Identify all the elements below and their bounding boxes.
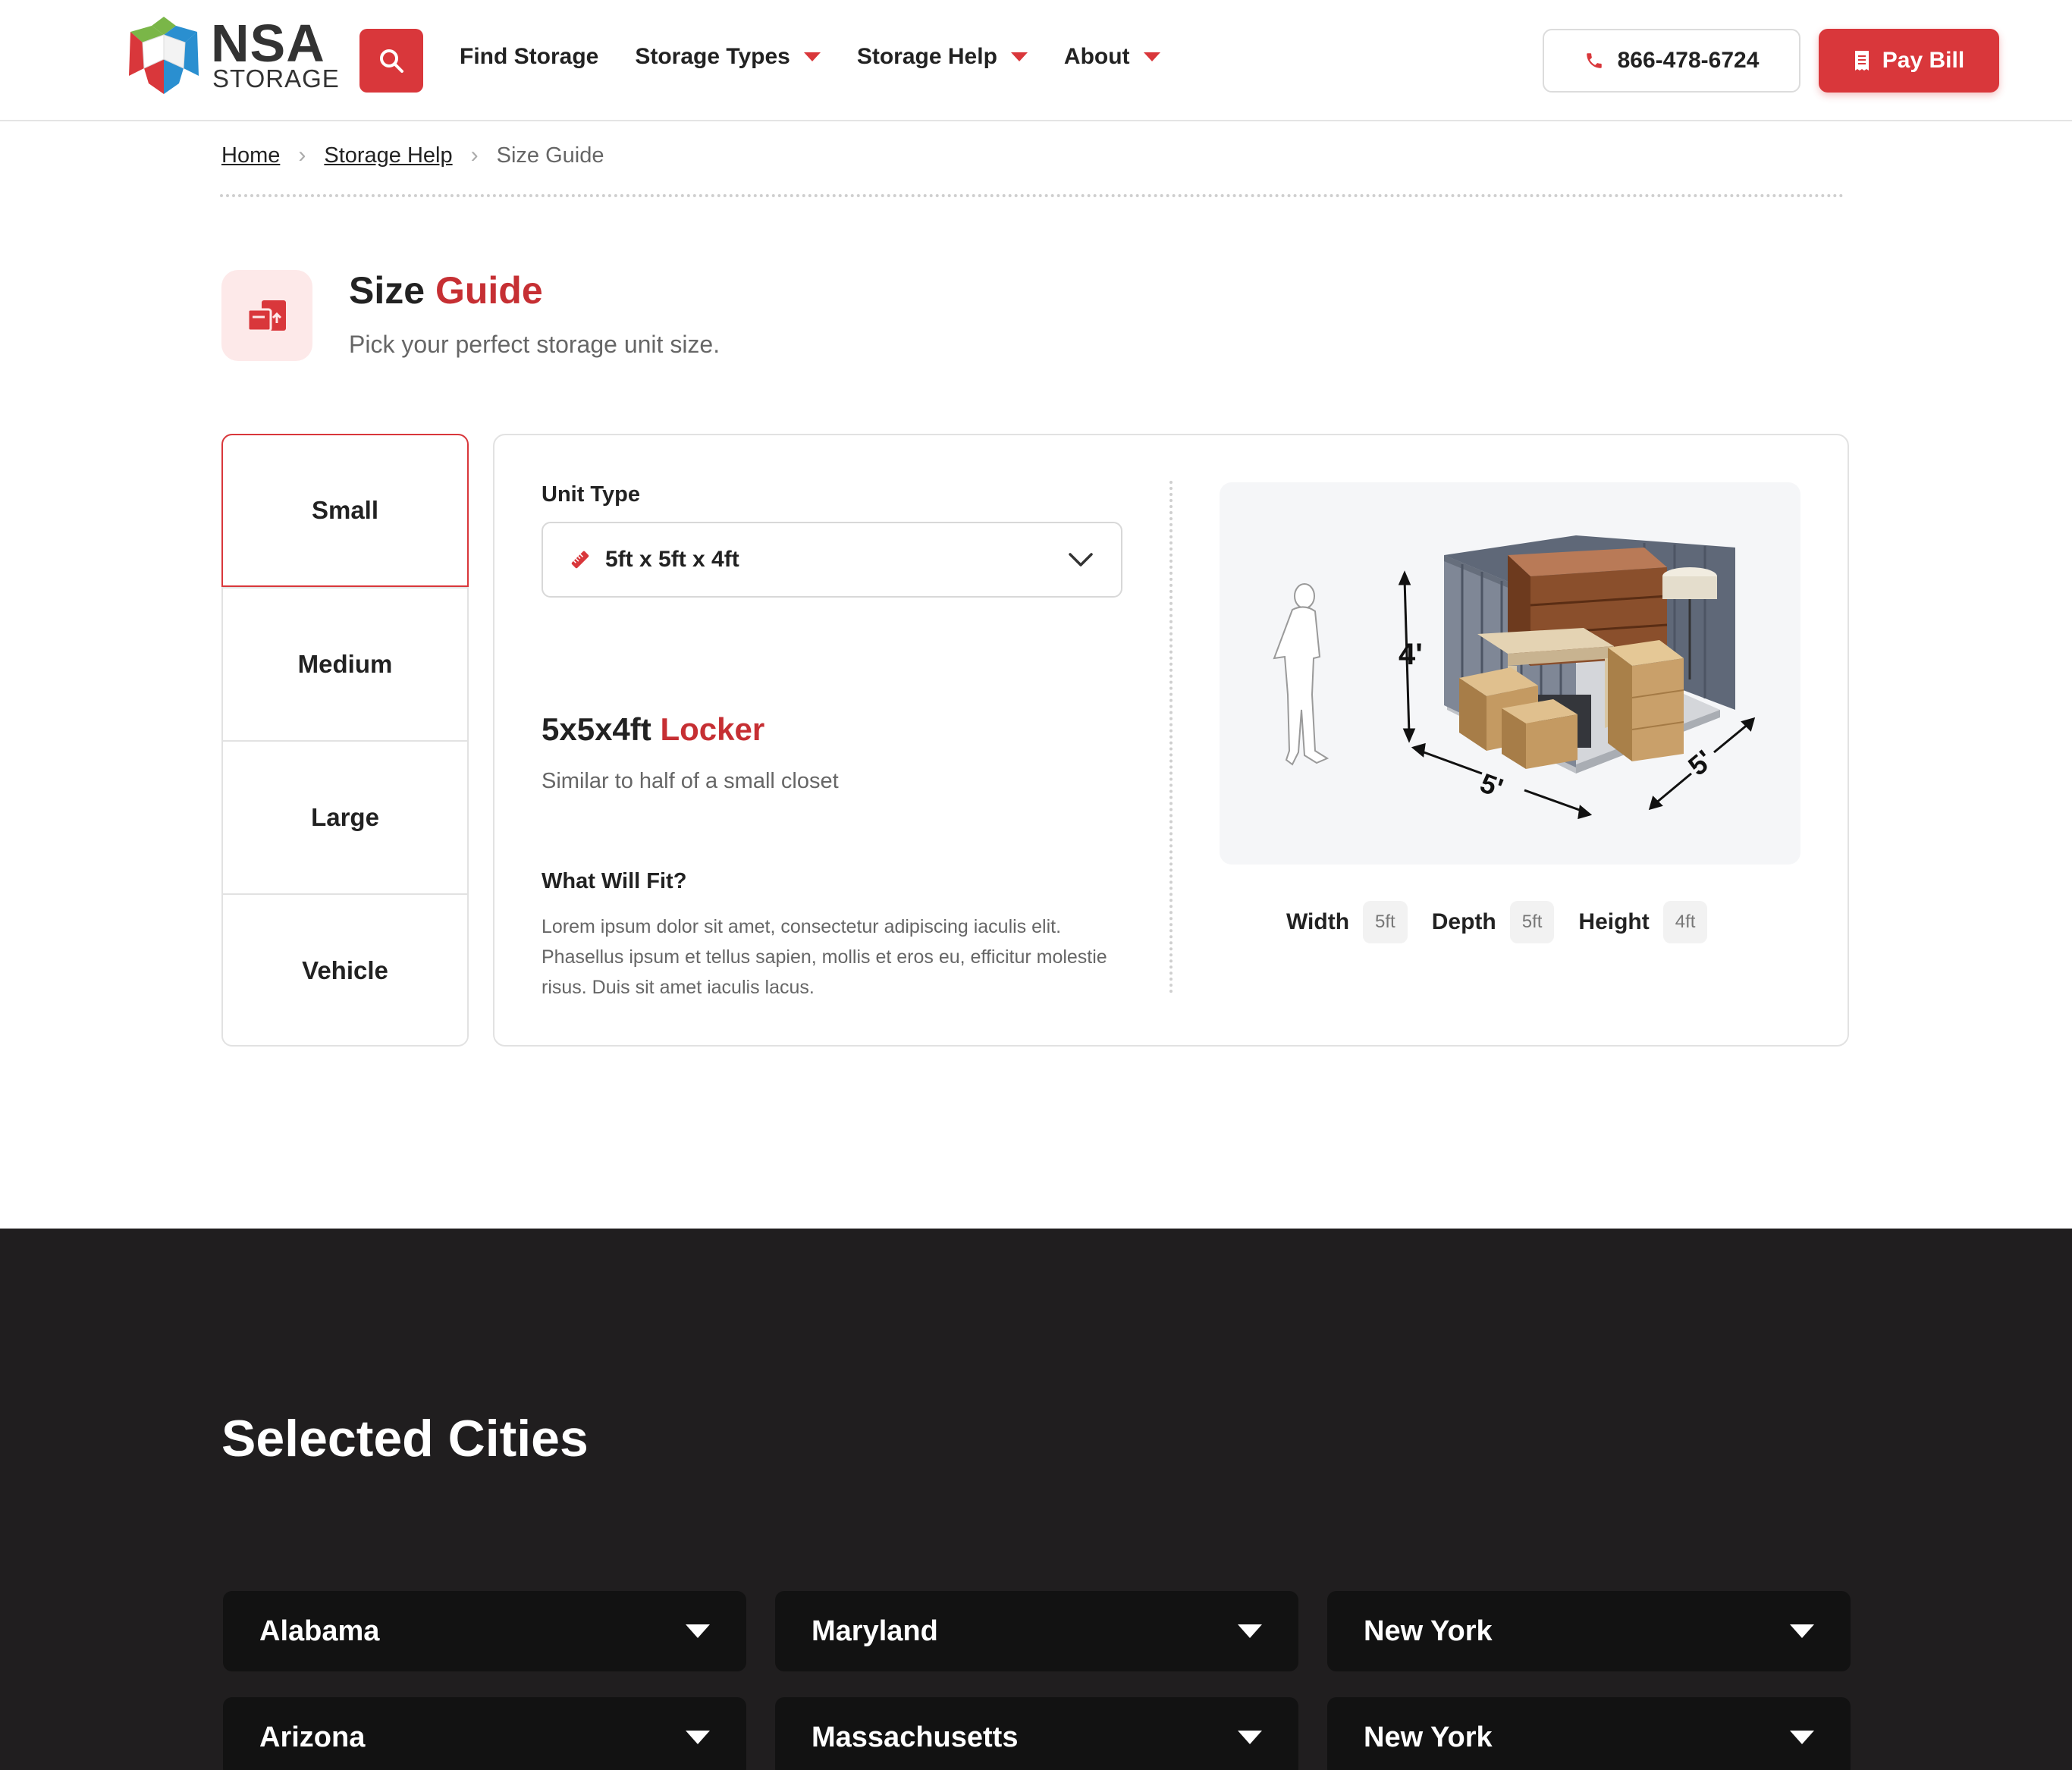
nsa-logo[interactable]: NSA STORAGE: [126, 14, 339, 96]
ruler-icon: [571, 551, 589, 569]
city-accordion-alabama[interactable]: Alabama: [223, 1591, 746, 1671]
search-icon: [380, 49, 403, 73]
nav-find-storage[interactable]: Find Storage: [460, 44, 598, 70]
height-mark: 4': [1399, 638, 1423, 671]
city-label: Massachusetts: [812, 1721, 1019, 1753]
chevron-down-icon: [1069, 553, 1093, 566]
unit-dimensions: Width 5ft Depth 5ft Height 4ft: [1286, 901, 1718, 943]
dim-width-label: Width: [1286, 909, 1350, 934]
breadcrumb-home[interactable]: Home: [221, 143, 280, 168]
nav-storage-help[interactable]: Storage Help: [857, 44, 1028, 70]
fit-title: What Will Fit?: [542, 869, 687, 893]
city-label: Arizona: [259, 1721, 366, 1753]
city-label: Alabama: [259, 1615, 380, 1647]
cities-title: Selected Cities: [221, 1410, 589, 1467]
caret-down-icon: [1238, 1624, 1262, 1638]
fit-text: Lorem ipsum dolor sit amet, consectetur …: [542, 916, 1107, 998]
unit-type-select[interactable]: 5ft x 5ft x 4ft: [542, 522, 1122, 598]
logo-brand: NSA: [211, 14, 325, 73]
city-accordion-new-york[interactable]: New York: [1327, 1591, 1851, 1671]
pay-bill-button[interactable]: Pay Bill: [1819, 29, 1999, 93]
city-accordion-maryland[interactable]: Maryland: [775, 1591, 1298, 1671]
nav-label: Storage Help: [856, 44, 997, 69]
tab-small[interactable]: Small: [221, 434, 469, 587]
main-nav: Find Storage Storage Types Storage Help …: [460, 44, 1160, 70]
nav-label: Storage Types: [635, 44, 790, 69]
storage-unit-illustration: 4' 5' 5': [1273, 535, 1756, 820]
city-accordion-new-york-2[interactable]: New York: [1327, 1697, 1851, 1770]
caret-down-icon: [803, 52, 821, 61]
phone-icon: [1586, 53, 1602, 68]
breadcrumb: Home › Storage Help › Size Guide: [221, 143, 604, 168]
caret-down-icon: [686, 1624, 710, 1638]
chevron-right-icon: ›: [298, 143, 306, 168]
nav-about[interactable]: About: [1064, 44, 1160, 70]
unit-name: 5x5x4ft Locker: [542, 711, 764, 748]
nav-storage-types[interactable]: Storage Types: [635, 44, 821, 70]
phone-button[interactable]: 866-478-6724: [1543, 29, 1800, 93]
city-accordion-arizona[interactable]: Arizona: [223, 1697, 746, 1770]
unit-illustration: 4' 5' 5': [1220, 482, 1800, 865]
unit-type-value: 5ft x 5ft x 4ft: [605, 547, 739, 572]
tab-large[interactable]: Large: [221, 740, 469, 893]
city-label: Maryland: [812, 1615, 938, 1647]
breadcrumb-current: Size Guide: [496, 143, 604, 168]
dim-depth-label: Depth: [1431, 909, 1496, 934]
site-header: NSA STORAGE Find Storage Storage Types S…: [0, 0, 2072, 121]
city-label: New York: [1364, 1721, 1493, 1753]
logo-sub: STORAGE: [212, 64, 340, 93]
nav-label: Find Storage: [460, 44, 599, 69]
dim-depth-value: 5ft: [1509, 901, 1555, 943]
receipt-icon: [1854, 51, 1869, 71]
card-divider: [1169, 481, 1173, 993]
page-title: Size Guide: [349, 268, 543, 312]
person-silhouette-icon: [1273, 583, 1330, 766]
breadcrumb-divider: [220, 194, 1844, 197]
page-subtitle: Pick your perfect storage unit size.: [349, 331, 720, 358]
caret-down-icon: [1143, 52, 1160, 61]
dim-width-value: 5ft: [1363, 901, 1408, 943]
breadcrumb-storage-help[interactable]: Storage Help: [324, 143, 452, 168]
title-part-1: Size: [349, 269, 425, 312]
caret-down-icon: [1010, 52, 1028, 61]
unit-description: Similar to half of a small closet: [542, 769, 839, 793]
tab-vehicle[interactable]: Vehicle: [221, 893, 469, 1047]
logo-mark-icon: [129, 17, 199, 94]
size-tabs: Small Medium Large Vehicle: [221, 434, 469, 1047]
pay-bill-label: Pay Bill: [1882, 48, 1965, 73]
chevron-right-icon: ›: [470, 143, 479, 168]
search-button[interactable]: [359, 29, 423, 93]
tab-medium[interactable]: Medium: [221, 587, 469, 740]
unit-name-part-2: Locker: [660, 711, 765, 747]
caret-down-icon: [1790, 1624, 1814, 1638]
caret-down-icon: [1238, 1731, 1262, 1744]
size-guide-icon: [221, 270, 312, 361]
caret-down-icon: [686, 1731, 710, 1744]
city-accordion-massachusetts[interactable]: Massachusetts: [775, 1697, 1298, 1770]
selected-cities-section: [0, 1229, 2072, 1770]
dim-height-label: Height: [1578, 909, 1650, 934]
unit-type-label: Unit Type: [542, 482, 640, 507]
title-part-2: Guide: [435, 269, 543, 312]
caret-down-icon: [1790, 1731, 1814, 1744]
nav-label: About: [1063, 44, 1130, 69]
city-label: New York: [1364, 1615, 1493, 1647]
unit-name-part-1: 5x5x4ft: [542, 711, 651, 747]
dim-height-value: 4ft: [1662, 901, 1708, 943]
phone-number: 866-478-6724: [1617, 48, 1760, 73]
